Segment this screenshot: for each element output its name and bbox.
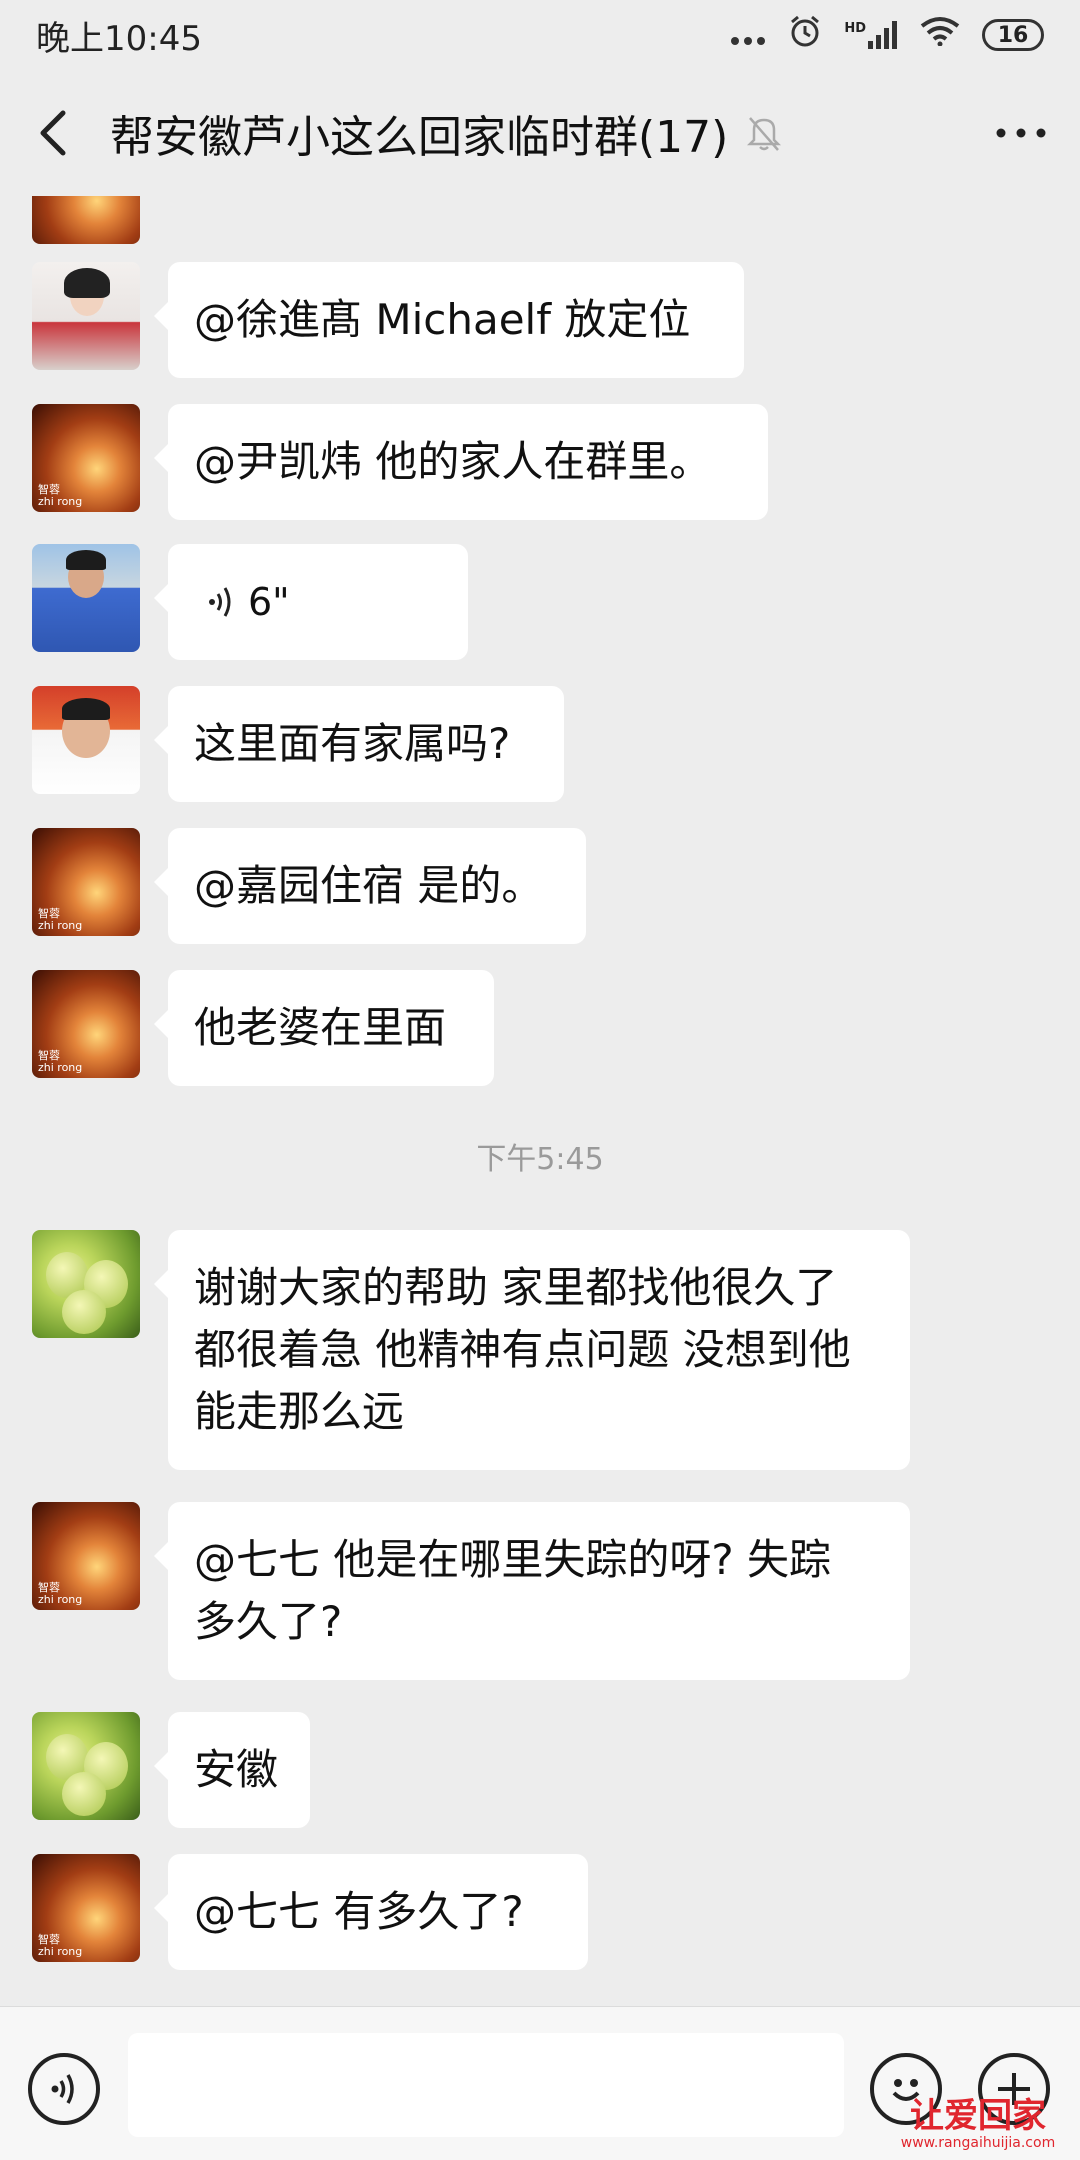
avatar-pear[interactable] <box>32 1230 140 1338</box>
message-bubble[interactable]: 安徽 <box>154 1712 310 1828</box>
alarm-icon <box>788 14 822 57</box>
avatar-man[interactable] <box>32 544 140 652</box>
voice-icon <box>51 2074 74 2104</box>
battery-indicator: 16 <box>982 19 1044 51</box>
wifi-icon <box>920 15 960 55</box>
avatar-hand[interactable] <box>32 196 140 244</box>
chat-header: 帮安徽芦小这么回家临时群(17) <box>0 70 1080 196</box>
watermark-title: 让爱回家 <box>910 2096 1046 2136</box>
avatar-hand[interactable]: 智蓉 zhi rong <box>32 970 140 1078</box>
message-bubble[interactable]: @七七 有多久了? <box>154 1854 588 1970</box>
mute-bell-icon <box>746 114 782 152</box>
message-text: @徐進髙 Michaelf 放定位 <box>194 295 691 344</box>
message-bubble[interactable]: @徐進髙 Michaelf 放定位 <box>154 262 744 378</box>
avatar-hand[interactable]: 智蓉 zhi rong <box>32 1854 140 1962</box>
avatar-label: zhi rong <box>38 1061 83 1074</box>
voice-wave-icon <box>208 585 234 619</box>
message-text-line: 谢谢大家的帮助 家里都找他很久了 <box>194 1263 838 1312</box>
signal-icon: HD <box>844 21 898 49</box>
more-dots-icon <box>730 15 766 55</box>
message-text-line: @七七 他是在哪里失踪的呀? 失踪 <box>194 1535 831 1584</box>
avatar-hand[interactable]: 智蓉 zhi rong <box>32 1502 140 1610</box>
avatar-hand[interactable]: 智蓉 zhi rong <box>32 404 140 512</box>
timestamp: 下午5:45 <box>476 1142 604 1177</box>
message-text: @嘉园住宿 是的。 <box>194 861 544 910</box>
message-text-line: 都很着急 他精神有点问题 没想到他 <box>194 1325 851 1374</box>
watermark: 让爱回家 www.rangaihuijia.com <box>880 2097 1076 2159</box>
avatar-label: zhi rong <box>38 919 83 932</box>
avatar-label: zhi rong <box>38 1593 83 1606</box>
message-bubble[interactable]: 这里面有家属吗? <box>154 686 564 802</box>
message-bubble[interactable]: @嘉园住宿 是的。 <box>154 828 586 944</box>
status-bar: 晚上10:45 HD 16 <box>0 0 1080 70</box>
group-title[interactable]: 帮安徽芦小这么回家临时群(17) <box>110 101 728 165</box>
voice-duration: 6" <box>248 580 290 624</box>
more-icon <box>996 128 1046 138</box>
message-text: @七七 有多久了? <box>194 1887 524 1936</box>
avatar-woman[interactable] <box>32 262 140 370</box>
message-text: @尹凯炜 他的家人在群里。 <box>194 437 712 486</box>
message-text: 这里面有家属吗? <box>194 719 511 768</box>
watermark-url: www.rangaihuijia.com <box>900 2135 1056 2151</box>
voice-message-bubble[interactable]: 6" <box>154 544 468 660</box>
avatar-man[interactable] <box>32 686 140 794</box>
message-bubble[interactable]: 他老婆在里面 <box>154 970 494 1086</box>
voice-input-button[interactable] <box>28 2053 100 2125</box>
avatar-label: zhi rong <box>38 495 83 508</box>
avatar-label: zhi rong <box>38 1945 83 1958</box>
status-time: 晚上10:45 <box>36 18 202 59</box>
network-label: HD <box>844 21 866 36</box>
message-input[interactable] <box>128 2033 844 2137</box>
message-bubble[interactable]: @七七 他是在哪里失踪的呀? 失踪 多久了? <box>154 1502 910 1680</box>
message-bubble[interactable]: 谢谢大家的帮助 家里都找他很久了 都很着急 他精神有点问题 没想到他 能走那么远 <box>154 1230 910 1470</box>
message-text: 他老婆在里面 <box>194 1003 447 1052</box>
avatar-pear[interactable] <box>32 1712 140 1820</box>
back-button[interactable] <box>24 93 80 173</box>
message-text-line: 多久了? <box>194 1597 343 1646</box>
chat-message-list[interactable]: @徐進髙 Michaelf 放定位 智蓉 zhi rong @尹凯炜 他的家人在群… <box>0 196 1080 2006</box>
message-text: 安徽 <box>194 1745 279 1794</box>
message-bubble[interactable]: @尹凯炜 他的家人在群里。 <box>154 404 768 520</box>
avatar-hand[interactable]: 智蓉 zhi rong <box>32 828 140 936</box>
message-text-line: 能走那么远 <box>194 1387 405 1436</box>
chevron-left-icon <box>40 110 66 156</box>
more-options-button[interactable] <box>986 103 1056 163</box>
input-bar: 让爱回家 www.rangaihuijia.com <box>0 2006 1080 2160</box>
status-icons: HD 16 <box>730 14 1044 57</box>
